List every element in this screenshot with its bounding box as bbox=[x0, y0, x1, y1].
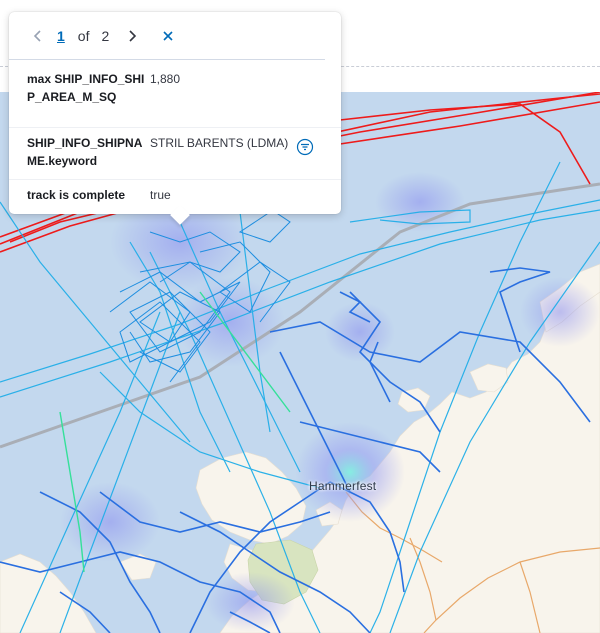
property-row: max SHIP_INFO_SHIP_AREA_M_SQ 1,880 bbox=[9, 70, 341, 128]
property-key: SHIP_INFO_SHIPNAME.keyword bbox=[27, 136, 143, 168]
chevron-left-icon bbox=[33, 30, 41, 42]
property-key: max SHIP_INFO_SHIP_AREA_M_SQ bbox=[27, 72, 145, 104]
tooltip-properties: max SHIP_INFO_SHIP_AREA_M_SQ 1,880 SHIP_… bbox=[9, 70, 341, 214]
total-pages: 2 bbox=[101, 28, 110, 44]
next-feature-button[interactable] bbox=[121, 25, 143, 47]
property-key: track is complete bbox=[27, 188, 126, 202]
property-value: STRIL BARENTS (LDMA) bbox=[150, 136, 289, 150]
property-row: track is complete true bbox=[9, 186, 341, 214]
property-value: true bbox=[150, 188, 171, 202]
close-icon bbox=[163, 31, 173, 41]
filter-icon bbox=[296, 138, 314, 156]
chevron-right-icon bbox=[129, 30, 137, 42]
property-row: SHIP_INFO_SHIPNAME.keyword STRIL BARENTS… bbox=[9, 134, 341, 180]
feature-tooltip: 1 of 2 max SHIP_INFO_SHIP_AREA_M_SQ 1,88… bbox=[9, 12, 341, 225]
pager-separator bbox=[9, 59, 325, 60]
tooltip-pager: 1 of 2 bbox=[9, 12, 341, 60]
prev-feature-button[interactable] bbox=[27, 25, 49, 47]
property-value: 1,880 bbox=[150, 72, 181, 86]
close-tooltip-button[interactable] bbox=[157, 25, 179, 47]
pager-of-label: of bbox=[77, 28, 90, 44]
filter-by-value-button[interactable] bbox=[296, 138, 314, 156]
current-page-link[interactable]: 1 bbox=[57, 28, 65, 44]
place-label: Hammerfest bbox=[309, 479, 377, 493]
